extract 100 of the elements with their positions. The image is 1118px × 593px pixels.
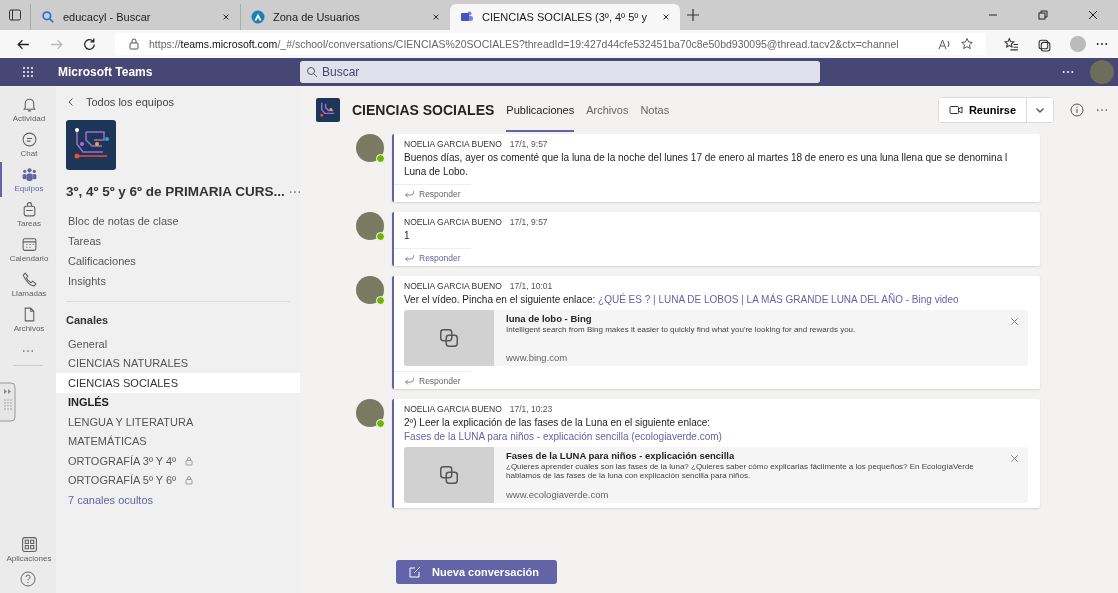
new-conversation-button[interactable]: Nueva conversación <box>396 560 557 584</box>
bell-icon <box>20 96 38 113</box>
user-avatar <box>356 212 384 240</box>
channel-item[interactable]: INGLÉS <box>56 392 300 412</box>
link-icon <box>438 464 460 486</box>
reply-button[interactable]: Responder <box>394 371 471 389</box>
app-title: Microsoft Teams <box>58 65 154 79</box>
status-icon <box>376 419 385 428</box>
chat-icon <box>20 131 38 148</box>
back-link[interactable]: Todos los equipos <box>58 96 175 108</box>
channel-item[interactable]: CIENCIAS NATURALES <box>56 353 300 373</box>
site-logo-icon <box>251 10 265 24</box>
user-avatar <box>356 276 384 304</box>
channel-item[interactable]: CIENCIAS SOCIALES <box>56 373 300 393</box>
close-icon[interactable] <box>222 13 230 21</box>
restore-icon[interactable] <box>1036 8 1050 22</box>
channel-tab[interactable]: Archivos <box>586 88 629 132</box>
rail-item[interactable]: Calendario <box>0 232 56 267</box>
reply-arrow-icon <box>404 252 415 263</box>
channel-item[interactable]: MATEMÁTICAS <box>56 431 300 451</box>
team-menu-item[interactable]: Bloc de notas de clase <box>56 211 191 231</box>
rail-item[interactable]: Llamadas <box>0 267 56 302</box>
reply-button[interactable]: Responder <box>394 184 471 202</box>
people-icon <box>20 166 38 183</box>
preview-title: luna de lobo - Bing <box>506 313 593 324</box>
channel-tab[interactable]: Publicaciones <box>506 88 575 132</box>
info-icon[interactable] <box>1070 103 1084 117</box>
status-icon <box>376 296 385 305</box>
favorites-icon[interactable] <box>1004 36 1019 52</box>
preview-description: Intelligent search from Bing makes it easier to quickly find what you're looking for and rewards you. <box>506 325 856 334</box>
post-text: Ver el vídeo. Pincha en el siguiente enlace: <box>404 294 596 305</box>
search-field[interactable]: Buscar <box>300 61 820 83</box>
phone-icon <box>20 271 38 288</box>
post-link[interactable]: ¿QUÉ ES ? | LUNA DE LOBOS | LA MÁS GRANDE LUNA DEL AÑO - Bing video <box>598 294 959 305</box>
preview-title: Fases de la LUNA para niños - explicación sencilla <box>506 450 736 461</box>
apps-icon <box>20 536 38 553</box>
post-text: Buenos días, ayer os comenté que la luna de la noche del lunes 17 de enero al martes 18 de enero es una luna llena que se denomina l Luna de Lobo. <box>404 152 1008 177</box>
close-icon[interactable] <box>432 13 440 21</box>
team-logo-icon <box>316 98 340 122</box>
rail-item[interactable]: Actividad <box>0 92 56 127</box>
user-avatar <box>356 399 384 427</box>
reply-arrow-icon <box>404 375 415 386</box>
lock-icon <box>127 37 141 51</box>
help-icon[interactable] <box>20 571 36 587</box>
preview-site: www.bing.com <box>506 352 569 363</box>
star-icon[interactable] <box>960 37 974 51</box>
search-icon <box>306 66 318 78</box>
author-name: NOELIA GARCIA BUENO <box>404 139 502 149</box>
rail-item[interactable]: Archivos <box>0 302 56 337</box>
app-launcher-icon[interactable] <box>22 66 34 78</box>
more-icon[interactable] <box>1062 70 1074 74</box>
meet-button[interactable]: Reunirse <box>938 98 1027 122</box>
refresh-icon[interactable] <box>82 36 97 52</box>
author-name: NOELIA GARCIA BUENO <box>404 404 502 414</box>
channels-heading: Canales <box>65 313 110 328</box>
video-camera-icon <box>948 103 963 117</box>
post-text: 1 <box>404 230 410 241</box>
status-icon <box>376 232 385 241</box>
compose-icon <box>408 565 422 579</box>
address-bar[interactable]: https://teams.microsoft.com/_#/school/conversations/CIENCIAS%20SOCIALES?threadId=19:427d44cfe532451ba70c8e50bd930095@thread.tacv2&ctx=channel <box>115 33 986 55</box>
read-aloud-icon[interactable] <box>938 37 952 51</box>
reply-button[interactable]: Responder <box>394 248 471 266</box>
more-icon[interactable] <box>1096 42 1108 46</box>
channel-tab[interactable]: Notas <box>640 88 670 132</box>
channel-title: CIENCIAS SOCIALES <box>352 102 495 118</box>
author-name: NOELIA GARCIA BUENO <box>404 217 502 227</box>
hidden-channels-link[interactable]: 7 canales ocultos <box>56 490 165 510</box>
close-icon[interactable] <box>1086 8 1100 22</box>
reply-arrow-icon <box>404 188 415 199</box>
channel-item[interactable]: General <box>56 334 300 354</box>
browser-tab[interactable]: CIENCIAS SOCIALES (3º, 4º 5º y <box>450 4 680 30</box>
team-menu-item[interactable]: Tareas <box>56 231 114 251</box>
post-time: 17/1, 9:57 <box>509 217 548 227</box>
search-icon <box>41 10 55 24</box>
channel-item[interactable]: ORTOGRAFÍA 3º Y 4º <box>56 451 300 471</box>
close-icon[interactable] <box>662 13 670 21</box>
link-icon <box>438 327 460 349</box>
team-logo-icon <box>66 120 116 170</box>
team-menu-item[interactable]: Insights <box>56 271 118 291</box>
channel-item[interactable]: LENGUA Y LITERATURA <box>56 412 300 432</box>
apps-button[interactable]: Aplicaciones <box>0 532 56 567</box>
chevron-left-icon <box>66 97 76 107</box>
channel-item[interactable]: ORTOGRAFÍA 5º Y 6º <box>56 470 300 490</box>
rail-item[interactable]: Chat <box>0 127 56 162</box>
tab-actions-icon[interactable] <box>8 8 22 22</box>
post-text: 2º) Leer la explicación de las fases de la Luna en el siguiente enlace: <box>404 417 711 428</box>
preview-site: www.ecologiaverde.com <box>506 489 610 500</box>
team-menu-item[interactable]: Calificaciones <box>56 251 148 271</box>
user-avatar <box>356 134 384 162</box>
plus-icon[interactable] <box>686 8 700 22</box>
post-time: 17/1, 9:57 <box>509 139 548 149</box>
preview-description: ¿Quieres aprender cuáles son las fases de la luna? ¿Quieres saber cómo explicarlas fácilmente a los pequeños? En EcologíaVerde hablamos de las fases de la luna con explicación sencilla para niños. <box>506 462 975 480</box>
calendar-icon <box>20 236 38 253</box>
side-handle-icon[interactable] <box>0 382 16 422</box>
people-icon <box>460 10 474 24</box>
post-time: 17/1, 10:01 <box>509 281 553 291</box>
team-name: 3º, 4º 5º y 6º de PRIMARIA CURS... <box>66 184 285 199</box>
post-link[interactable]: Fases de la LUNA para niños - explicación sencilla (ecologiaverde.com) <box>404 431 722 442</box>
rail-item[interactable]: Tareas <box>0 197 56 232</box>
post-time: 17/1, 10:23 <box>509 404 553 414</box>
